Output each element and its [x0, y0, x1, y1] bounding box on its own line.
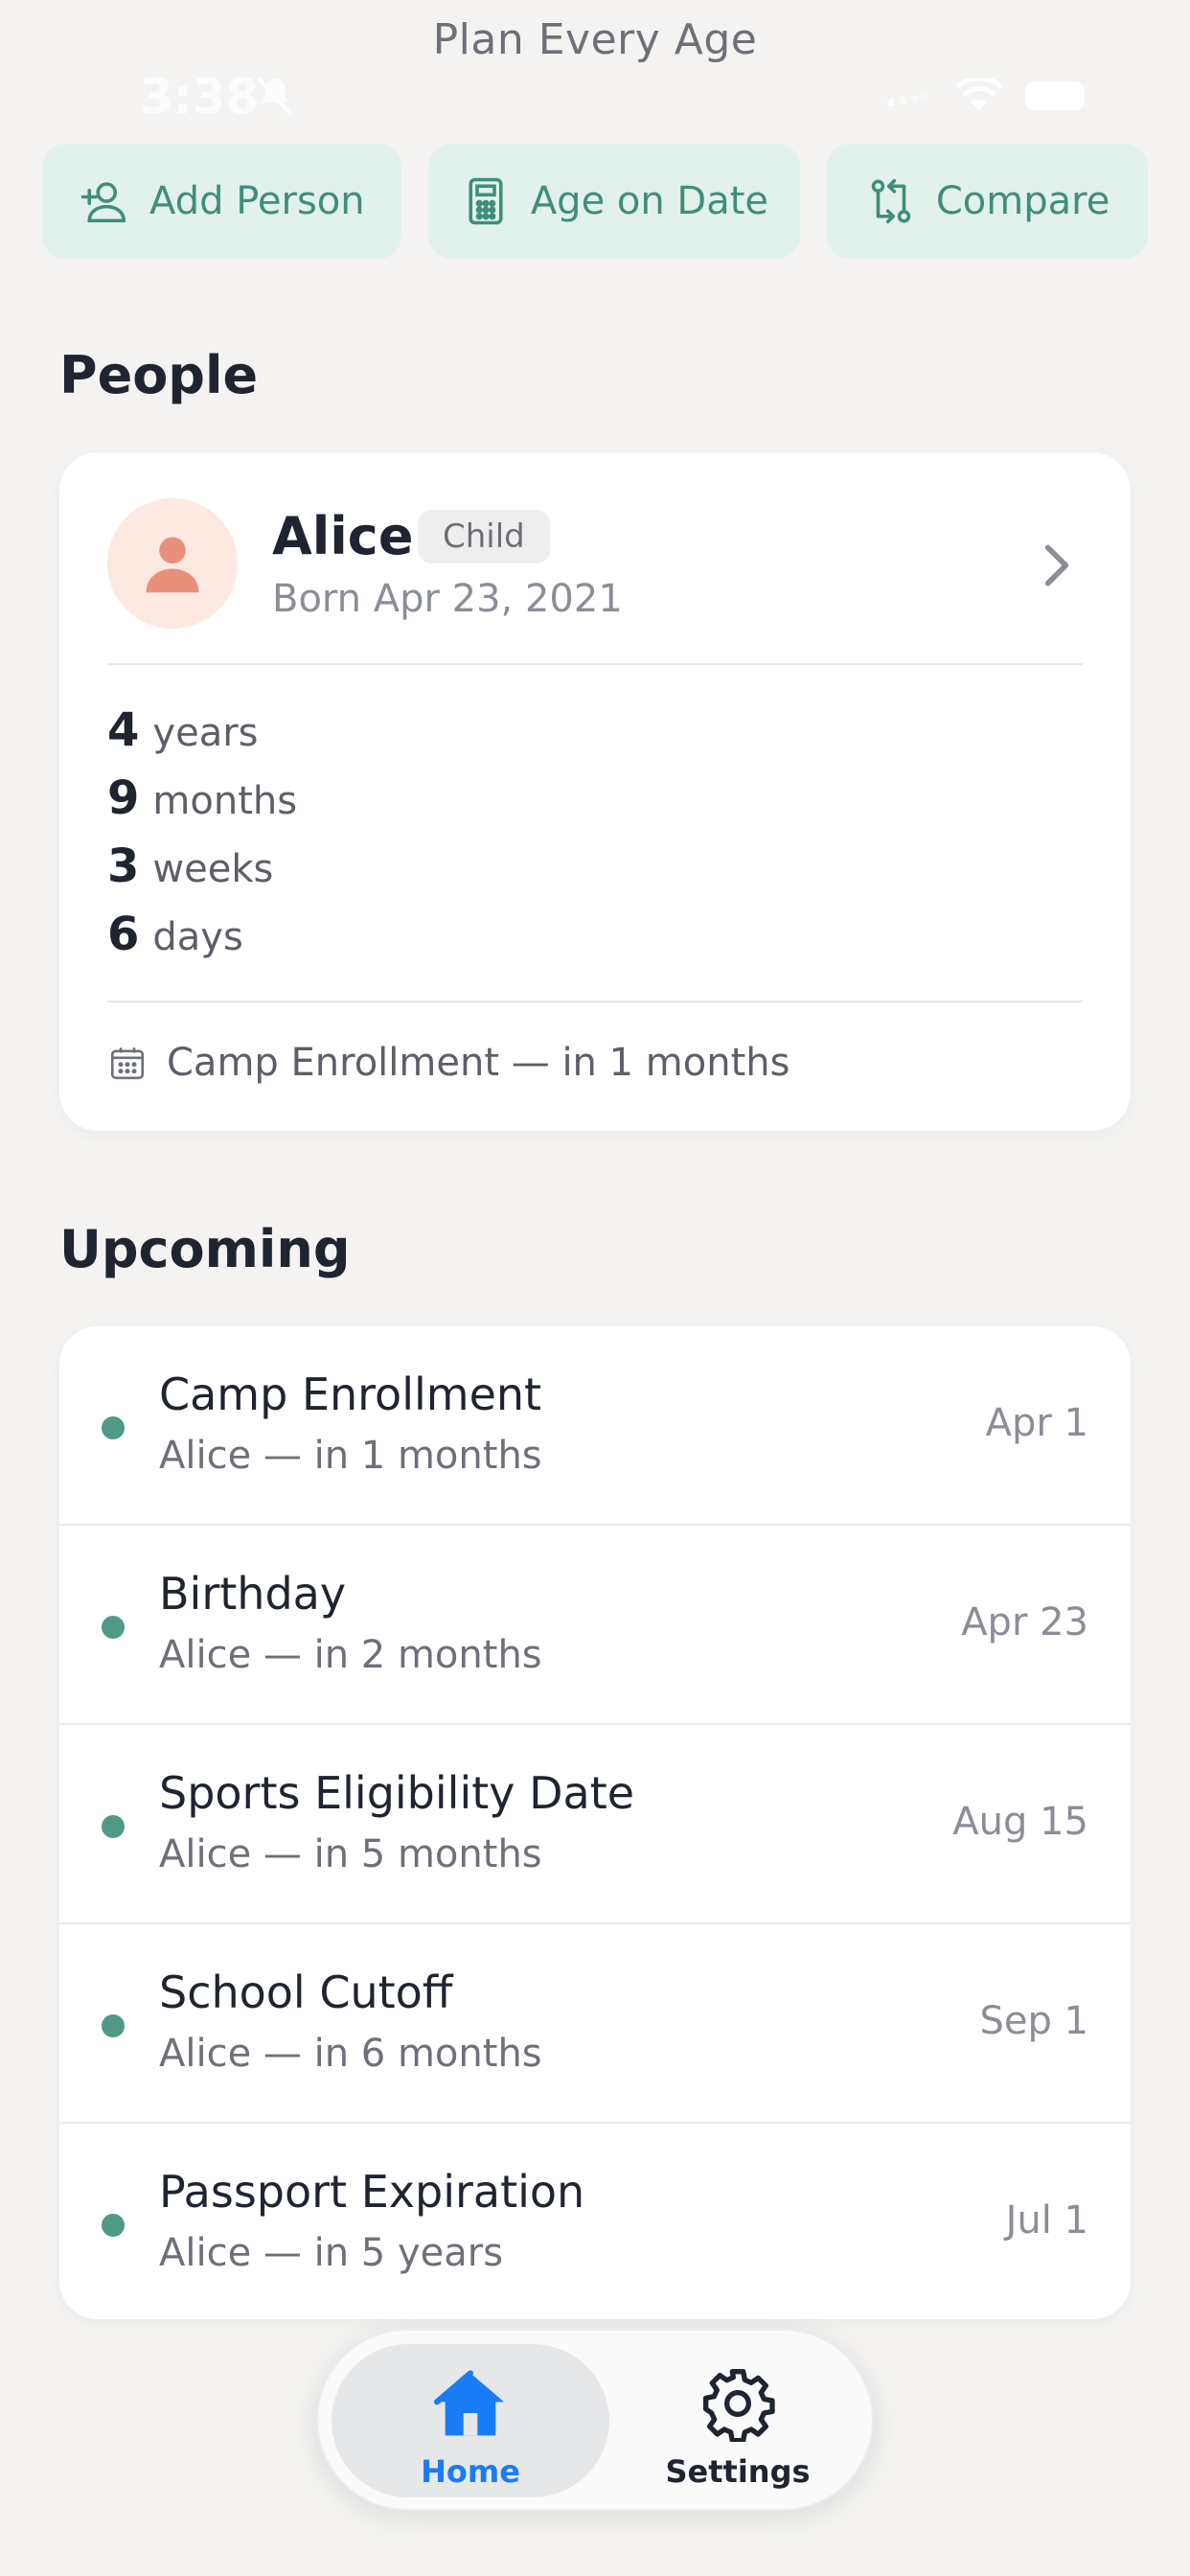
avatar	[107, 498, 238, 629]
event-subtitle: Alice — in 1 months	[159, 1434, 542, 1478]
person-name: Alice	[272, 506, 414, 566]
people-section-title: People	[59, 345, 259, 405]
age-years-row: 4 years	[107, 703, 297, 771]
next-event: Camp Enrollment — in 1 months	[107, 1041, 790, 1085]
tab-home-label: Home	[421, 2453, 520, 2490]
silent-mode-icon	[257, 77, 293, 117]
age-days-value: 6	[107, 908, 140, 961]
age-on-date-button[interactable]: Age on Date	[427, 144, 801, 259]
divider	[107, 663, 1083, 665]
gear-icon	[703, 2369, 775, 2442]
event-date: Aug 15	[952, 1800, 1088, 1844]
age-days-row: 6 days	[107, 908, 297, 976]
tab-settings-label: Settings	[665, 2453, 811, 2490]
compare-icon	[871, 178, 911, 224]
event-dot	[102, 2014, 125, 2037]
age-breakdown: 4 years 9 months 3 weeks 6 days	[107, 703, 297, 976]
age-weeks-value: 3	[107, 840, 140, 893]
event-subtitle: Alice — in 5 years	[159, 2231, 504, 2275]
status-indicators	[885, 79, 1085, 113]
person-card[interactable]: Alice Child Born Apr 23, 2021 4 years 9 …	[59, 452, 1131, 1131]
compare-label: Compare	[935, 179, 1110, 223]
status-time: 3:38	[140, 69, 260, 125]
tab-bar: Home Settings	[316, 2329, 874, 2511]
list-item[interactable]: Sports Eligibility Date Alice — in 5 mon…	[59, 1725, 1131, 1924]
compare-button[interactable]: Compare	[827, 144, 1148, 259]
calculator-icon	[469, 177, 503, 225]
age-years-unit: years	[152, 711, 259, 755]
event-title: School Cutoff	[159, 1966, 453, 2018]
battery-icon	[1025, 81, 1085, 110]
event-dot	[102, 1416, 125, 1439]
age-months-unit: months	[152, 779, 298, 823]
event-dot	[102, 2214, 125, 2237]
person-birth-date: Born Apr 23, 2021	[272, 577, 623, 621]
add-person-label: Add Person	[149, 179, 365, 223]
wifi-icon	[956, 79, 1002, 111]
list-item[interactable]: School Cutoff Alice — in 6 months Sep 1	[59, 1924, 1131, 2124]
add-person-icon	[80, 182, 126, 223]
age-weeks-unit: weeks	[152, 847, 274, 891]
list-item[interactable]: Passport Expiration Alice — in 5 years J…	[59, 2124, 1131, 2319]
upcoming-list: Camp Enrollment Alice — in 1 months Apr …	[59, 1326, 1131, 2319]
tab-settings[interactable]: Settings	[615, 2344, 860, 2497]
event-subtitle: Alice — in 6 months	[159, 2032, 542, 2076]
upcoming-section-title: Upcoming	[59, 1219, 351, 1279]
home-icon	[434, 2370, 504, 2436]
cellular-signal-icon	[887, 93, 929, 106]
calendar-icon	[110, 1047, 145, 1080]
age-on-date-label: Age on Date	[530, 179, 769, 223]
chevron-right-icon[interactable]	[1035, 539, 1079, 592]
event-title: Sports Eligibility Date	[159, 1767, 635, 1819]
event-date: Apr 1	[985, 1401, 1088, 1445]
event-subtitle: Alice — in 5 months	[159, 1832, 542, 1876]
age-weeks-row: 3 weeks	[107, 840, 297, 908]
list-item[interactable]: Camp Enrollment Alice — in 1 months Apr …	[59, 1326, 1131, 1526]
add-person-button[interactable]: Add Person	[42, 144, 401, 259]
quick-actions: Add Person Age on Date Compare	[42, 144, 1148, 259]
app-subtitle: Plan Every Age	[432, 15, 758, 64]
person-icon	[146, 537, 199, 593]
tab-home[interactable]: Home	[332, 2344, 609, 2497]
age-days-unit: days	[152, 915, 243, 959]
divider	[107, 1000, 1083, 1002]
event-date: Sep 1	[979, 1999, 1088, 2043]
event-title: Birthday	[159, 1568, 347, 1620]
age-months-row: 9 months	[107, 771, 297, 840]
next-event-text: Camp Enrollment — in 1 months	[167, 1041, 790, 1085]
age-years-value: 4	[107, 703, 140, 757]
person-type-badge: Child	[418, 510, 550, 564]
event-dot	[102, 1616, 125, 1639]
event-subtitle: Alice — in 2 months	[159, 1633, 542, 1677]
app-screen: Plan Every Age 3:38 Add Person Age on Da…	[0, 0, 1190, 2576]
event-date: Apr 23	[961, 1600, 1088, 1644]
event-title: Passport Expiration	[159, 2166, 585, 2218]
event-title: Camp Enrollment	[159, 1368, 542, 1420]
age-months-value: 9	[107, 771, 140, 825]
event-date: Jul 1	[1005, 2198, 1088, 2242]
list-item[interactable]: Birthday Alice — in 2 months Apr 23	[59, 1526, 1131, 1725]
event-dot	[102, 1815, 125, 1838]
